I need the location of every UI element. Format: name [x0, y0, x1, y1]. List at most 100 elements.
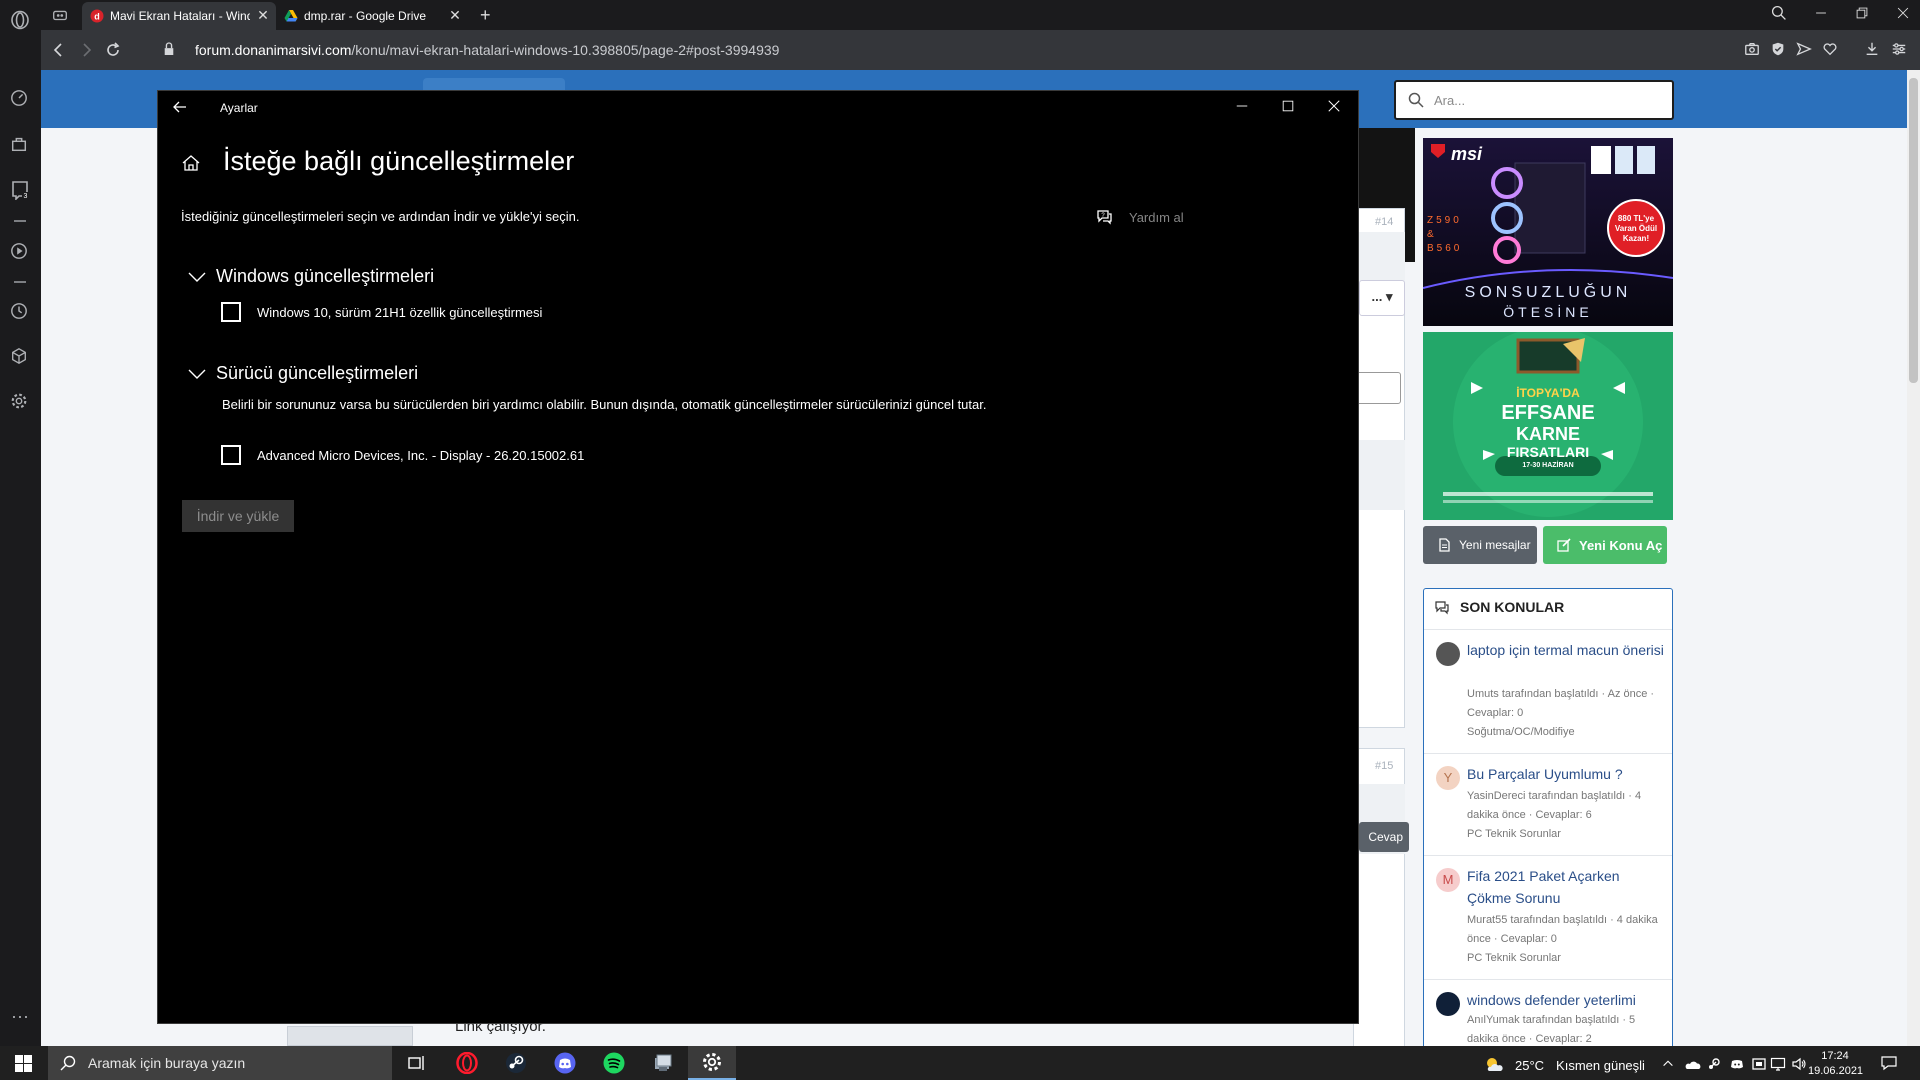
page-title: İsteğe bağlı güncelleştirmeler [223, 146, 575, 176]
notifications-icon[interactable] [1880, 1055, 1898, 1071]
topic-item[interactable]: laptop için termal macun önerisi Umuts t… [1424, 629, 1672, 753]
speed-dial-icon[interactable] [10, 89, 30, 109]
control-panel-taskbar-app[interactable] [639, 1046, 687, 1080]
back-icon[interactable] [50, 41, 68, 59]
topic-title[interactable]: windows defender yeterlimi [1467, 989, 1667, 1011]
tab-google-drive[interactable]: dmp.rar - Google Drive ✕ [276, 2, 468, 30]
reload-icon[interactable] [104, 41, 122, 59]
taskbar-search-box[interactable]: Aramak için buraya yazın [48, 1046, 392, 1080]
reply-button[interactable]: Cevap [1359, 822, 1409, 852]
topic-title[interactable]: Bu Parçalar Uyumlumu ? [1467, 763, 1667, 785]
windows-taskbar: Aramak için buraya yazın 25°C Kısmen gün… [0, 1046, 1920, 1080]
opera-taskbar-app[interactable] [443, 1046, 491, 1080]
task-view-app[interactable] [392, 1046, 440, 1080]
post-number[interactable]: #15 [1375, 760, 1393, 772]
discord-taskbar-app[interactable] [541, 1046, 589, 1080]
scroll-thumb[interactable] [1909, 78, 1918, 383]
page-scrollbar[interactable] [1907, 70, 1920, 1046]
close-browser-icon[interactable] [1896, 6, 1916, 26]
driver-updates-section[interactable]: Sürücü güncelleştirmeleri [188, 363, 418, 384]
volume-icon[interactable] [1791, 1056, 1807, 1072]
tray-app-icon[interactable] [1751, 1056, 1767, 1072]
topic-forum[interactable]: Soğutma/OC/Modifiye [1467, 723, 1667, 742]
windows-updates-section[interactable]: Windows güncelleştirmeleri [188, 266, 434, 287]
amd-display-driver-option[interactable]: Advanced Micro Devices, Inc. - Display -… [221, 445, 584, 465]
settings-titlebar[interactable]: Ayarlar [158, 91, 1358, 123]
easy-setup-icon[interactable] [1891, 41, 1909, 59]
bookmark-heart-icon[interactable] [1822, 41, 1840, 59]
downloads-icon[interactable] [1864, 41, 1882, 59]
new-messages-button[interactable]: Yeni mesajlar [1423, 526, 1537, 564]
maximize-icon[interactable] [1281, 99, 1297, 115]
msi-advertisement[interactable]: msi 880 TL'ye Varan Ödül Kazan! Z590 & B… [1423, 138, 1673, 326]
minimize-icon[interactable] [1814, 6, 1834, 26]
new-topic-button[interactable]: Yeni Konu Aç [1543, 526, 1667, 564]
minimize-icon[interactable] [1235, 99, 1251, 115]
close-tab-icon[interactable]: ✕ [448, 8, 462, 22]
control-panel-icon [655, 1054, 672, 1071]
msi-badge: 880 TL'ye Varan Ödül Kazan! [1614, 214, 1658, 243]
post-attachment-fragment[interactable] [287, 1026, 413, 1046]
back-arrow-icon[interactable] [172, 99, 188, 115]
close-tab-icon[interactable]: ✕ [256, 8, 270, 22]
tab-forum[interactable]: d Mavi Ekran Hataları - Wind ✕ [82, 2, 276, 30]
extensions-cube-icon[interactable] [10, 347, 30, 367]
itopya-advertisement[interactable]: İTOPYA'DA EFFSANE KARNE FIRSATLARI 17-30… [1423, 332, 1673, 520]
help-link[interactable]: ? Yardım al [1095, 208, 1184, 226]
svg-text:3: 3 [24, 193, 28, 200]
spotify-taskbar-app[interactable] [590, 1046, 638, 1080]
onedrive-cloud-icon[interactable] [1684, 1056, 1702, 1072]
player-icon[interactable] [10, 242, 30, 262]
post-number[interactable]: #14 [1375, 216, 1393, 228]
forum-search-box[interactable] [1394, 80, 1674, 120]
search-icon [60, 1055, 76, 1071]
topic-title[interactable]: Fifa 2021 Paket Açarken Çökme Sorunu [1467, 865, 1667, 909]
url-field[interactable]: forum.donanimarsivi.com/konu/mavi-ekran-… [195, 42, 779, 58]
checkbox[interactable] [221, 445, 241, 465]
taskbar-clock[interactable]: 17:24 19.06.2021 [1808, 1049, 1863, 1079]
adblock-shield-icon[interactable] [1770, 41, 1788, 59]
clock-time: 17:24 [1821, 1050, 1849, 1062]
windows-feature-update-option[interactable]: Windows 10, sürüm 21H1 özellik güncelleş… [221, 302, 542, 322]
topic-item[interactable]: M Fifa 2021 Paket Açarken Çökme Sorunu M… [1424, 855, 1672, 979]
intro-text: İstediğiniz güncelleştirmeleri seçin ve … [181, 209, 580, 224]
close-icon[interactable] [1327, 99, 1343, 115]
topic-item[interactable]: Y Bu Parçalar Uyumlumu ? YasinDereci tar… [1424, 753, 1672, 855]
chevron-up-icon[interactable] [1661, 1056, 1677, 1072]
download-install-button[interactable]: İndir ve yükle [182, 500, 294, 532]
home-icon[interactable] [181, 153, 201, 173]
search-input[interactable] [1434, 90, 1664, 110]
network-icon[interactable] [1770, 1056, 1786, 1072]
steam-tray-icon[interactable] [1706, 1056, 1722, 1072]
checkbox[interactable] [221, 302, 241, 322]
shopping-bag-icon[interactable] [10, 135, 30, 155]
snapshot-camera-icon[interactable] [1744, 41, 1762, 59]
tab-menu-icon[interactable] [51, 6, 71, 26]
weather-widget[interactable]: 25°C Kısmen güneşli [1483, 1054, 1645, 1076]
settings-gear-icon[interactable] [10, 392, 30, 412]
history-icon[interactable] [10, 302, 30, 322]
reply-editor-fragment[interactable] [1353, 372, 1401, 404]
windows-start-icon[interactable] [15, 1055, 32, 1072]
topic-forum[interactable]: PC Teknik Sorunlar [1467, 825, 1667, 844]
settings-taskbar-app[interactable] [688, 1046, 736, 1080]
msi-models: Z590 & B560 [1427, 215, 1463, 254]
padlock-icon[interactable] [163, 41, 177, 59]
opera-logo-icon[interactable] [10, 10, 30, 30]
search-tabs-icon[interactable] [1771, 5, 1791, 25]
more-actions-button[interactable]: ... ▾ [1359, 280, 1405, 316]
new-tab-plus-icon[interactable]: + [480, 5, 500, 25]
restore-icon[interactable] [1855, 6, 1875, 26]
steam-taskbar-app[interactable] [492, 1046, 540, 1080]
topic-item[interactable]: windows defender yeterlimi AnılYumak tar… [1424, 979, 1672, 1046]
more-options-icon[interactable]: ··· [10, 1007, 30, 1030]
twitch-icon[interactable]: 3 [10, 180, 30, 200]
send-flow-icon[interactable] [1796, 41, 1814, 59]
discord-tray-icon[interactable] [1729, 1056, 1745, 1072]
taskbar-search-placeholder: Aramak için buraya yazın [88, 1055, 246, 1071]
address-bar: forum.donanimarsivi.com/konu/mavi-ekran-… [41, 30, 1920, 70]
tab-title: dmp.rar - Google Drive [304, 9, 427, 23]
topic-forum[interactable]: PC Teknik Sorunlar [1467, 949, 1667, 968]
topic-title[interactable]: laptop için termal macun önerisi [1467, 639, 1667, 661]
forward-icon[interactable] [77, 41, 95, 59]
